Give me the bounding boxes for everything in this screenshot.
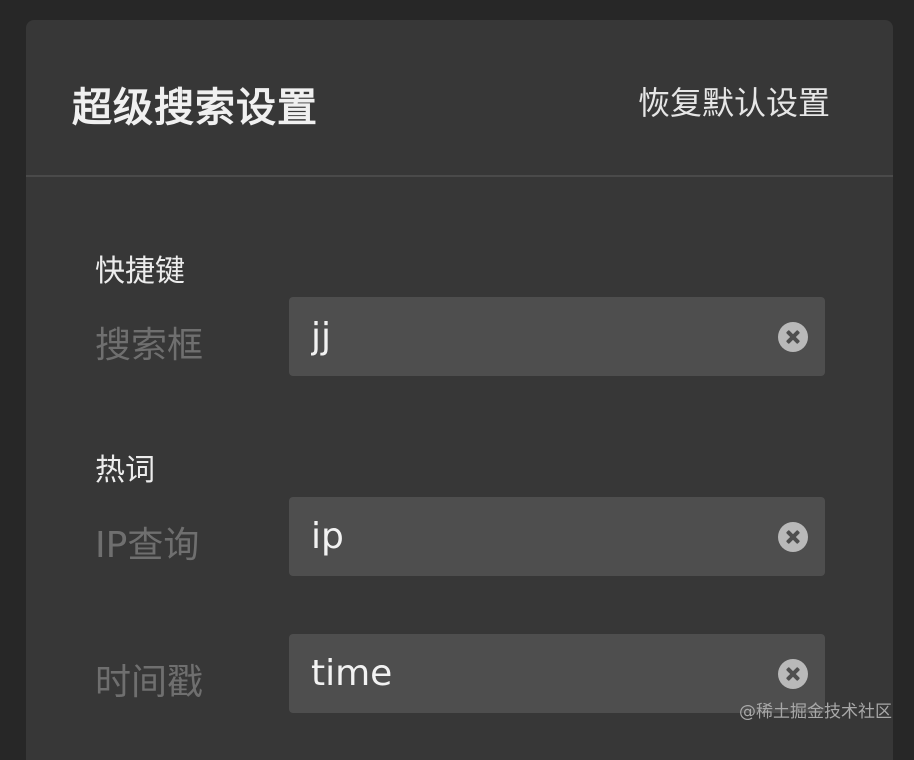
search-box-shortcut-field — [289, 297, 825, 376]
section-label-hotwords: 热词 — [95, 445, 155, 489]
clear-icon[interactable] — [778, 522, 808, 552]
page-title: 超级搜索设置 — [72, 75, 318, 133]
timestamp-input[interactable] — [311, 634, 751, 713]
panel-header: 超级搜索设置 恢复默认设置 — [26, 20, 893, 177]
field-label-ip-query: IP查询 — [95, 516, 199, 568]
settings-panel: 超级搜索设置 恢复默认设置 快捷键 搜索框 热词 IP查询 时间戳 — [26, 20, 893, 760]
section-label-shortcut: 快捷键 — [95, 246, 185, 290]
reset-defaults-button[interactable]: 恢复默认设置 — [638, 78, 830, 124]
field-label-search-box: 搜索框 — [95, 316, 203, 368]
ip-query-input[interactable] — [311, 497, 751, 576]
watermark: @稀土掘金技术社区 — [739, 697, 892, 722]
search-box-shortcut-input[interactable] — [311, 297, 751, 376]
clear-icon[interactable] — [778, 659, 808, 689]
field-label-timestamp: 时间戳 — [95, 653, 203, 705]
clear-icon[interactable] — [778, 322, 808, 352]
ip-query-field — [289, 497, 825, 576]
